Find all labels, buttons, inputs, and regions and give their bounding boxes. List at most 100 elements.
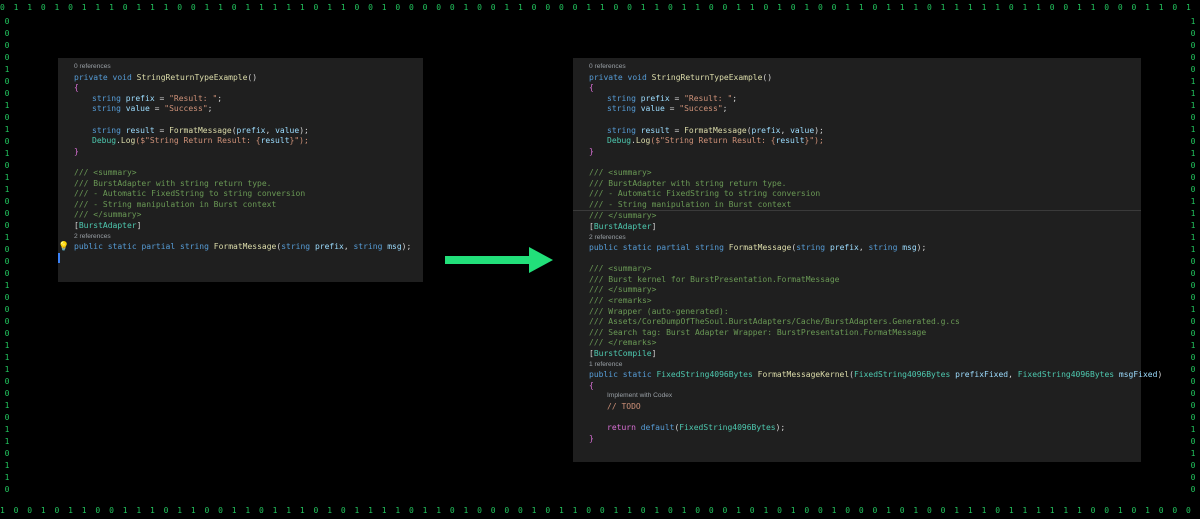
- type: FixedString4096Bytes: [679, 423, 776, 433]
- fn: FormatMessage: [728, 243, 792, 253]
- binary-border-top: 0 1 1 0 1 0 1 1 1 0 1 1 1 0 0 1 1 0 1 1 …: [0, 3, 1200, 12]
- punct: );: [775, 423, 786, 433]
- doc-comment: /// Assets/CoreDumpOfTheSoul.BurstAdapte…: [589, 317, 960, 327]
- punct: ): [1157, 370, 1163, 380]
- brace: {: [589, 83, 594, 93]
- kw: private: [589, 72, 623, 82]
- var: value: [640, 104, 665, 114]
- var: result: [640, 125, 670, 135]
- kw: string: [180, 242, 209, 252]
- kw: string: [868, 243, 898, 253]
- op: =: [154, 125, 170, 135]
- attr-name: BurstCompile: [593, 349, 652, 359]
- code-line: string result = FormatMessage(prefix, va…: [573, 126, 1141, 137]
- str: }");: [804, 136, 824, 146]
- var: value: [790, 125, 815, 135]
- punct: ,: [1008, 370, 1018, 380]
- punct: ,: [780, 125, 791, 135]
- kw: private: [74, 72, 108, 82]
- type: string: [607, 125, 636, 135]
- code-line: {: [573, 83, 1141, 94]
- var: prefixFixed: [955, 370, 1009, 380]
- codelens-references[interactable]: 2 references: [573, 233, 1141, 244]
- doc-comment: /// Burst kernel for BurstPresentation.F…: [589, 274, 840, 284]
- kw: public: [589, 370, 618, 380]
- lightbulb-icon[interactable]: 💡: [58, 242, 69, 253]
- attr-name: BurstAdapter: [78, 220, 137, 230]
- method-name: StringReturnTypeExample: [136, 72, 248, 82]
- str: "Result: ": [169, 93, 218, 103]
- fn: Log: [635, 136, 651, 146]
- punct: );: [401, 242, 412, 252]
- doc-comment: /// Search tag: Burst Adapter Wrapper: B…: [589, 327, 927, 337]
- code-line: string prefix = "Result: ";: [58, 94, 423, 105]
- kw: return: [607, 423, 636, 433]
- code-line: }: [573, 434, 1141, 445]
- binary-border-right: 1 0 0 0 0 1 1 1 0 1 0 1 0 0 0 1 1 1 1 1 …: [1190, 17, 1196, 494]
- codelens-references[interactable]: 1 reference: [573, 360, 1141, 371]
- punct: ;: [722, 104, 728, 114]
- var: msg: [387, 242, 402, 252]
- code-line: return default(FixedString4096Bytes);: [573, 423, 1141, 434]
- punct: ]: [136, 220, 142, 230]
- codelens-references[interactable]: 0 references: [573, 62, 1141, 73]
- type: string: [607, 93, 636, 103]
- var: prefix: [236, 125, 266, 135]
- doc-comment: /// </summary>: [74, 210, 142, 220]
- doc-comment: /// </remarks>: [589, 338, 657, 348]
- codelens-references[interactable]: 2 references: [58, 232, 423, 243]
- punct: ;: [207, 104, 213, 114]
- punct: ]: [651, 349, 657, 359]
- code-line: Debug.Log($"String Return Result: {resul…: [58, 136, 423, 147]
- str: "Success": [679, 104, 723, 114]
- code-editor-before[interactable]: 0 references private void StringReturnTy…: [58, 58, 423, 282]
- code-line: string result = FormatMessage(prefix, va…: [58, 126, 423, 137]
- method-signature: private void StringReturnTypeExample(): [58, 73, 423, 84]
- str: ($"String Return Result: {: [135, 136, 261, 146]
- type: string: [92, 93, 121, 103]
- text-cursor: [58, 252, 60, 263]
- punct: ;: [732, 93, 738, 103]
- str: }");: [289, 136, 309, 146]
- brace: }: [589, 146, 594, 156]
- code-line: }: [573, 147, 1141, 158]
- code-line: // TODO: [573, 402, 1141, 413]
- kw: partial: [141, 242, 176, 252]
- var: result: [775, 136, 805, 146]
- str: "Result: ": [684, 93, 733, 103]
- right-arrow-icon: [445, 247, 553, 273]
- doc-comment: /// - String manipulation in Burst conte…: [74, 199, 277, 209]
- doc-comment: /// </summary>: [589, 211, 657, 221]
- cursor-line[interactable]: [58, 252, 423, 264]
- str: "Success": [164, 104, 208, 114]
- code-line: }: [58, 147, 423, 158]
- class: Debug: [92, 136, 117, 146]
- kw: static: [622, 243, 652, 253]
- code-editor-after[interactable]: 0 references private void StringReturnTy…: [573, 58, 1162, 462]
- implement-with-codex-link[interactable]: Implement with Codex: [573, 391, 1141, 402]
- fn: FormatMessage: [684, 125, 747, 135]
- var: value: [125, 104, 150, 114]
- parens: (): [762, 72, 773, 82]
- var: prefix: [314, 242, 344, 252]
- kw: default: [640, 423, 675, 433]
- kw: static: [107, 242, 137, 252]
- attribute: [BurstAdapter]: [573, 222, 1141, 233]
- doc-comment: /// BurstAdapter with string return type…: [74, 178, 272, 188]
- attribute: [BurstAdapter]: [58, 221, 423, 232]
- codelens-references[interactable]: 0 references: [58, 62, 423, 73]
- doc-comment: /// </summary>: [589, 285, 657, 295]
- kw: public: [589, 243, 618, 253]
- punct: ;: [217, 93, 223, 103]
- type: FixedString4096Bytes: [1017, 370, 1115, 380]
- code-line: {: [573, 381, 1141, 392]
- type: FixedString4096Bytes: [656, 370, 753, 380]
- var: result: [125, 125, 155, 135]
- var: msg: [902, 243, 917, 253]
- var: msgFixed: [1118, 370, 1158, 380]
- kw: partial: [656, 243, 691, 253]
